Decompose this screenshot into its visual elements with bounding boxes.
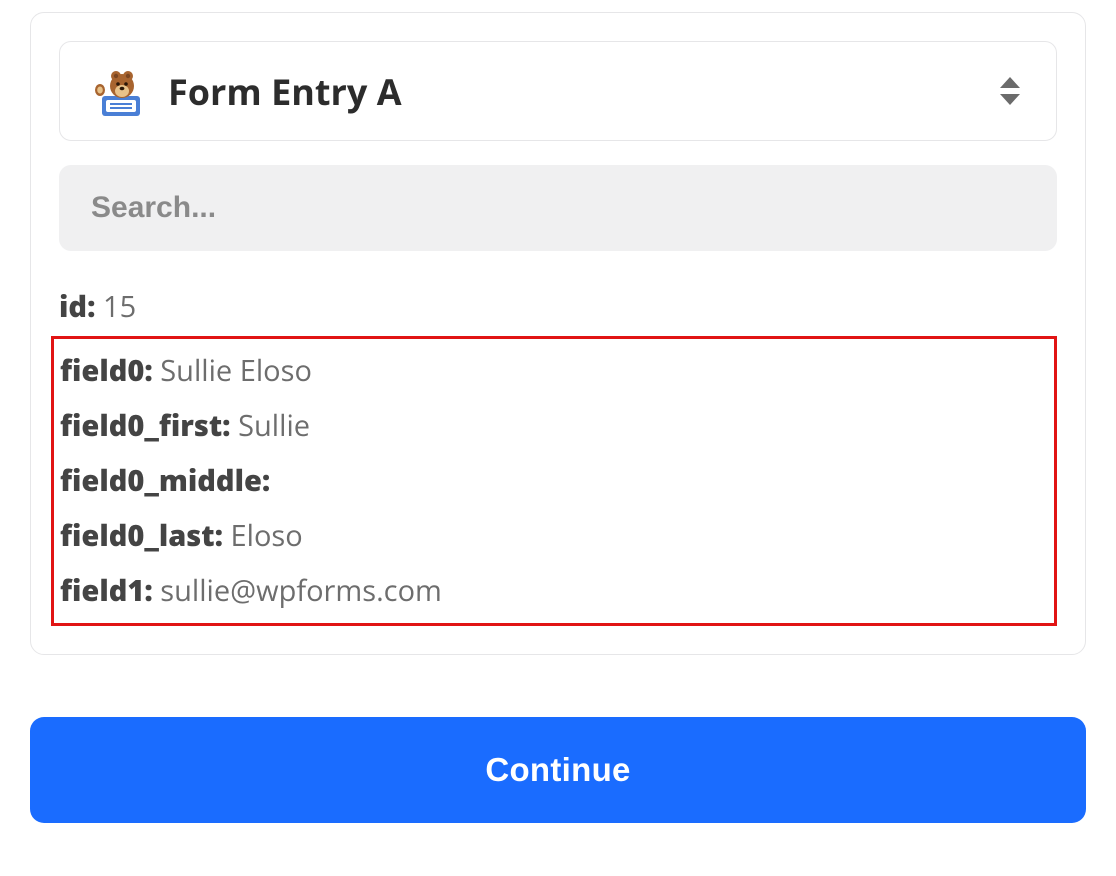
field-label: field1:	[60, 571, 153, 610]
field-row: field0: Sullie Eloso	[60, 343, 1048, 398]
highlighted-fields: field0: Sullie Eloso field0_first: Sulli…	[51, 336, 1057, 625]
field-label: field0:	[60, 351, 153, 390]
field-label: field0_first:	[60, 406, 231, 445]
continue-button[interactable]: Continue	[30, 717, 1086, 823]
field-row: field1: sullie@wpforms.com	[60, 563, 1048, 618]
search-wrap	[59, 165, 1057, 251]
sort-arrows-icon	[996, 75, 1024, 107]
field-label: field0_middle:	[60, 461, 270, 500]
field-row: field0_last: Eloso	[60, 508, 1048, 563]
mascot-icon	[92, 64, 146, 118]
field-row: field0_first: Sullie	[60, 398, 1048, 453]
field-list: id: 15 field0: Sullie Eloso field0_first…	[59, 279, 1057, 626]
entry-panel: Form Entry A id: 15 field0: Sullie Eloso…	[30, 12, 1086, 655]
field-value: Eloso	[231, 516, 303, 555]
form-selector[interactable]: Form Entry A	[59, 41, 1057, 141]
field-row: field0_middle:	[60, 453, 1048, 508]
form-selector-title: Form Entry A	[168, 67, 974, 116]
field-value: sullie@wpforms.com	[160, 571, 442, 610]
field-value: 15	[103, 287, 136, 326]
field-value: Sullie Eloso	[160, 351, 312, 390]
field-label: id:	[59, 287, 95, 326]
field-row-id: id: 15	[59, 279, 1057, 334]
field-value: Sullie	[238, 406, 310, 445]
search-input[interactable]	[91, 191, 1025, 225]
field-label: field0_last:	[60, 516, 223, 555]
